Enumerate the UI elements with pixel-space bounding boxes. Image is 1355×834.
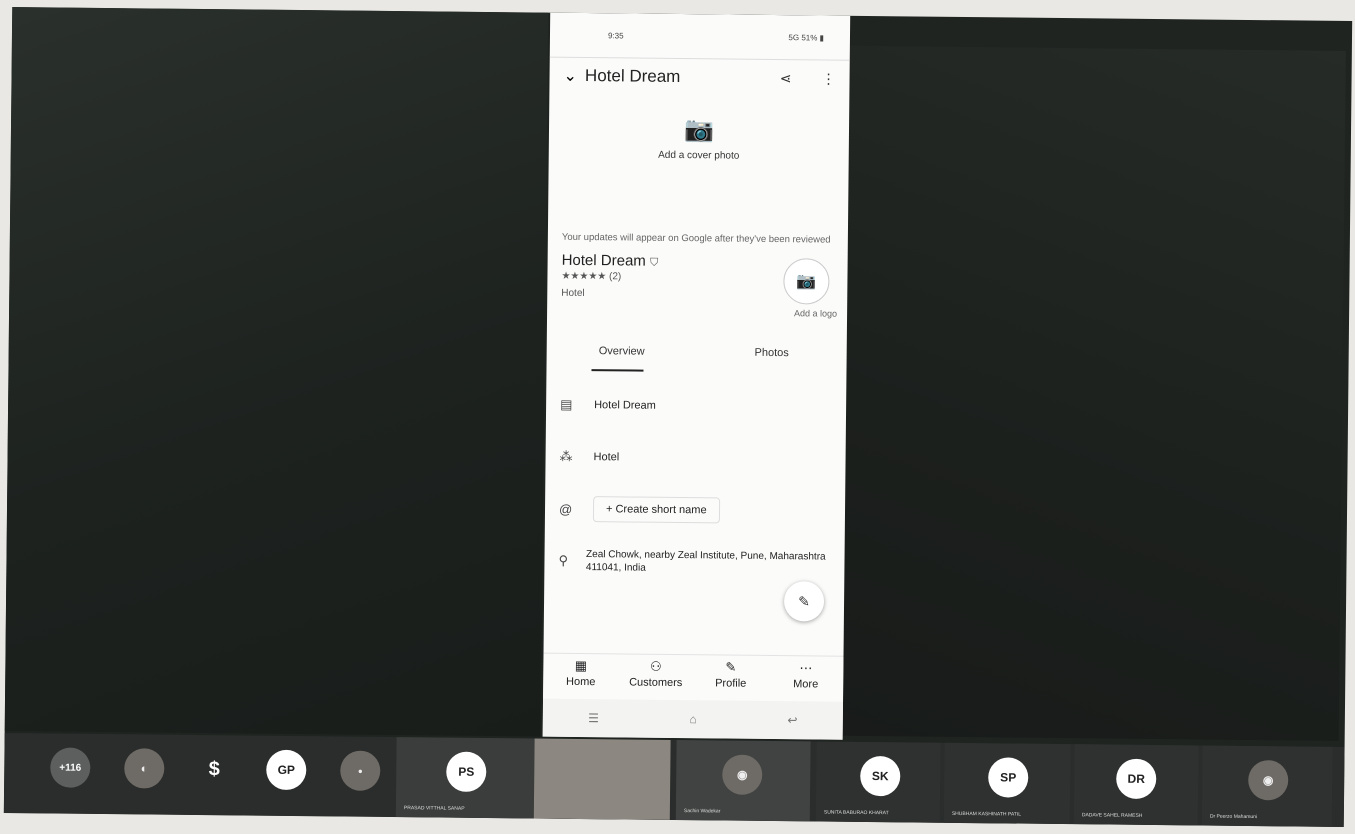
dollar-logo-icon: $: [208, 757, 220, 780]
participant-avatar-dr: DR: [1116, 758, 1157, 800]
system-navigation-bar: ☰ ⌂ ↩: [542, 698, 844, 740]
participant-tile-dr[interactable]: DR DADAVE SAHEL RAMESH: [1073, 744, 1199, 826]
title-bar: ⌄ Hotel Dream ⋖ ⋮: [549, 58, 849, 97]
more-vert-icon[interactable]: ⋮: [821, 70, 835, 87]
back-icon[interactable]: ↩: [787, 713, 797, 727]
row-business-name-text: Hotel Dream: [594, 399, 656, 412]
storefront-icon: ▤: [560, 396, 573, 412]
location-pin-icon: ⚲: [558, 552, 569, 568]
participant-tile-peerzo[interactable]: ◉ Dr Peerzo Mahamuni: [1201, 745, 1333, 827]
overview-list: ▤ Hotel Dream ⁂ Hotel @ + Create short n…: [544, 379, 846, 590]
home-button-icon[interactable]: ⌂: [689, 712, 696, 726]
dark-video-pane-left: [4, 7, 549, 737]
participant-logo-avatar[interactable]: ●: [340, 750, 381, 791]
participant-tile-sp[interactable]: SP SHUBHAM KASHINATH PATIL: [943, 742, 1071, 825]
create-short-name-button[interactable]: + Create short name: [592, 496, 720, 524]
participant-name-sk: SUNITA BABURAO KHARAT: [823, 809, 889, 817]
participant-tile-ps[interactable]: PS PRASAD VITTHAL SANAP: [395, 737, 535, 819]
business-header: Hotel Dream ⛉ ★★★★★ (2) Hotel 📷 Add a lo…: [547, 252, 847, 319]
row-short-name: @ + Create short name: [545, 483, 846, 538]
participant-photo-avatar: ◉: [722, 754, 763, 795]
participant-strip: +116 ◐ $ GP ● PS PRASAD VITTHAL SANAP ◉ …: [3, 732, 1345, 827]
bottom-navigation: ▦ Home ⚇ Customers ✎ Profile ⋯ More: [543, 652, 844, 703]
row-business-name[interactable]: ▤ Hotel Dream: [546, 379, 847, 434]
shared-phone-screen: 9:35 5G 51% ▮ ⌄ Hotel Dream ⋖ ⋮ 📷 Add a …: [542, 12, 851, 740]
participant-avatar-gp[interactable]: GP: [266, 749, 307, 791]
dark-video-pane-right: [842, 45, 1346, 741]
recents-icon[interactable]: ☰: [588, 711, 599, 725]
nav-more[interactable]: ⋯ More: [768, 656, 843, 703]
verified-icon: ⛉: [649, 256, 659, 269]
participant-name-dr: DADAVE SAHEL RAMESH: [1081, 812, 1143, 819]
participant-avatar-ps: PS: [446, 751, 487, 793]
edit-fab-button[interactable]: ✎: [783, 581, 825, 622]
chevron-down-icon[interactable]: ⌄: [563, 66, 577, 86]
at-sign-icon: @: [558, 501, 573, 517]
participant-photo-avatar[interactable]: ◐: [124, 748, 165, 789]
row-category[interactable]: ⁂ Hotel: [545, 431, 846, 486]
status-time: 9:35: [607, 30, 624, 40]
add-logo-button[interactable]: 📷: [783, 258, 830, 305]
row-category-text: Hotel: [593, 451, 620, 464]
camera-icon: 📷: [796, 273, 817, 291]
participant-name-sp: SHUBHAM KASHINATH PATIL: [951, 810, 1022, 818]
add-photo-camera-icon: 📷: [683, 116, 715, 144]
meeting-screen: 9:35 5G 51% ▮ ⌄ Hotel Dream ⋖ ⋮ 📷 Add a …: [3, 7, 1353, 827]
add-cover-photo-label: Add a cover photo: [658, 149, 740, 162]
tab-photos[interactable]: Photos: [696, 346, 846, 374]
share-icon[interactable]: ⋖: [780, 70, 792, 87]
customers-icon: ⚇: [649, 658, 662, 674]
overflow-participants-count[interactable]: +116: [50, 747, 91, 788]
more-horiz-icon: ⋯: [799, 660, 813, 676]
status-icons: 5G 51% ▮: [788, 32, 825, 43]
participant-name-sachin: Sachin Wadekar: [683, 808, 721, 815]
add-logo-label: Add a logo: [793, 308, 838, 319]
profile-tabs: Overview Photos: [546, 345, 846, 374]
nav-profile[interactable]: ✎ Profile: [693, 655, 768, 702]
participant-name-ps: PRASAD VITTHAL SANAP: [403, 805, 465, 812]
participant-avatar-sp: SP: [988, 757, 1029, 798]
participant-tile-sk[interactable]: SK SUNITA BABURAO KHARAT: [815, 741, 941, 823]
participant-avatar-sk: SK: [860, 755, 901, 797]
participant-tile-sachin[interactable]: ◉ Sachin Wadekar: [675, 740, 811, 822]
participant-name-peerzo: Dr Peerzo Mahamuni: [1209, 813, 1258, 821]
status-bar: 9:35 5G 51% ▮: [549, 12, 851, 61]
row-address-text: Zeal Chowk, nearby Zeal Institute, Pune,…: [585, 549, 826, 574]
pencil-icon: ✎: [798, 592, 811, 609]
category-icon: ⁂: [559, 448, 573, 464]
nav-customers[interactable]: ⚇ Customers: [618, 654, 693, 701]
add-cover-photo[interactable]: 📷 Add a cover photo: [549, 114, 849, 163]
nav-home[interactable]: ▦ Home: [543, 654, 618, 701]
home-icon: ▦: [574, 657, 588, 674]
tab-overview[interactable]: Overview: [546, 345, 696, 373]
participant-photo-avatar: ◉: [1248, 759, 1289, 801]
review-notice: Your updates will appear on Google after…: [561, 231, 831, 246]
page-title: Hotel Dream: [584, 66, 681, 87]
pencil-icon: ✎: [725, 659, 737, 675]
participant-video-tile[interactable]: [533, 738, 671, 820]
